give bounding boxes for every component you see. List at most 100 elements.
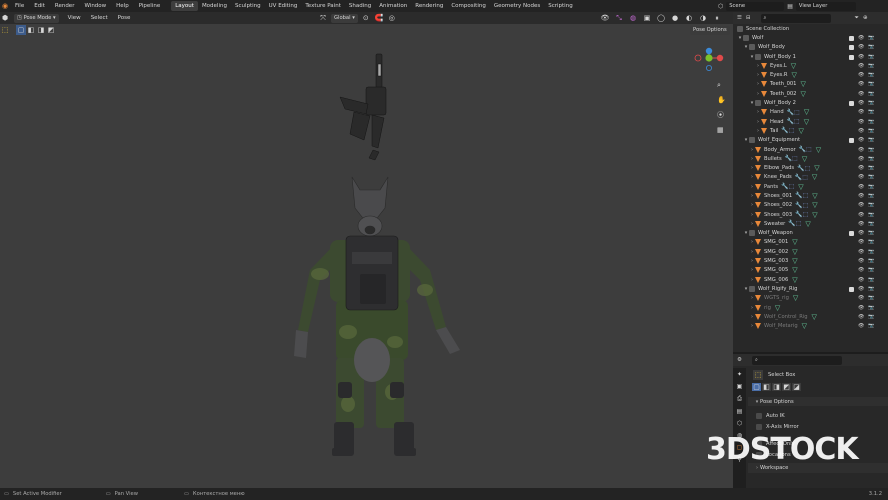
render-camera-icon[interactable]: 📷 xyxy=(868,128,874,134)
outliner-collection-row[interactable]: ▾ Wolf_Equipment 👁 📷 xyxy=(733,136,888,145)
select-mode-subtract-icon[interactable]: ◨ xyxy=(36,25,46,35)
eye-visibility-icon[interactable]: 👁 xyxy=(858,147,864,153)
exclude-checkbox[interactable] xyxy=(849,101,854,107)
eye-visibility-icon[interactable]: 👁 xyxy=(858,156,864,162)
render-camera-icon[interactable]: 📷 xyxy=(868,91,874,97)
render-camera-icon[interactable]: 📷 xyxy=(868,156,874,162)
outliner-editor-icon[interactable]: ☰ xyxy=(737,15,742,21)
eye-visibility-icon[interactable]: 👁 xyxy=(858,249,864,255)
pause-icon[interactable]: ⏸ xyxy=(712,13,722,23)
orientation-selector[interactable]: Global ▾ xyxy=(331,13,358,23)
render-camera-icon[interactable]: 📷 xyxy=(868,54,874,60)
tab-layout[interactable]: Layout xyxy=(171,1,198,11)
tab-rendering[interactable]: Rendering xyxy=(411,1,447,11)
outliner-object-row[interactable]: › SMG_005 ▽ 👁 📷 xyxy=(733,266,888,275)
view-layer-tab-icon[interactable]: ▤ xyxy=(737,408,743,415)
eye-visibility-icon[interactable]: 👁 xyxy=(858,63,864,69)
eye-visibility-icon[interactable]: 👁 xyxy=(858,277,864,283)
render-camera-icon[interactable]: 📷 xyxy=(868,165,874,171)
eye-visibility-icon[interactable]: 👁 xyxy=(858,137,864,143)
render-camera-icon[interactable]: 📷 xyxy=(868,109,874,115)
tab-compositing[interactable]: Compositing xyxy=(447,1,489,11)
exclude-checkbox[interactable] xyxy=(849,45,854,51)
zoom-icon[interactable]: ⌕ xyxy=(717,81,726,90)
mode-subtract-icon[interactable]: ◨ xyxy=(772,383,781,391)
eye-visibility-icon[interactable]: 👁 xyxy=(858,212,864,218)
render-camera-icon[interactable]: 📷 xyxy=(868,295,874,301)
render-camera-icon[interactable]: 📷 xyxy=(868,100,874,106)
render-camera-icon[interactable]: 📷 xyxy=(868,63,874,69)
navigation-gizmo[interactable] xyxy=(689,46,729,86)
eye-visibility-icon[interactable]: 👁 xyxy=(858,72,864,78)
exclude-checkbox[interactable] xyxy=(849,231,854,237)
eye-visibility-icon[interactable]: 👁 xyxy=(858,230,864,236)
xray-icon[interactable]: ▣ xyxy=(642,13,652,23)
eye-visibility-icon[interactable]: 👁 xyxy=(858,91,864,97)
eye-visibility-icon[interactable]: 👁 xyxy=(858,305,864,311)
eye-visibility-icon[interactable]: 👁 xyxy=(858,221,864,227)
render-camera-icon[interactable]: 📷 xyxy=(868,323,874,329)
mode-selector[interactable]: ◳ Pose Mode ▾ xyxy=(14,13,59,23)
camera-view-icon[interactable]: ⦿ xyxy=(717,110,726,120)
outliner-object-row[interactable]: › Shoes_003 🔧⬚ ▽ 👁 📷 xyxy=(733,210,888,219)
tab-uv-editing[interactable]: UV Editing xyxy=(265,1,302,11)
outliner-object-row[interactable]: › WGTS_rig ▽ 👁 📷 xyxy=(733,294,888,303)
view-layer-selector[interactable]: View Layer xyxy=(795,1,856,11)
pivot-icon[interactable]: ⊙ xyxy=(361,13,371,23)
pose-options-section[interactable]: ▾ Pose Options xyxy=(748,397,888,407)
tab-modeling[interactable]: Modeling xyxy=(198,1,231,11)
tab-animation[interactable]: Animation xyxy=(375,1,411,11)
viewport-menu-view[interactable]: View xyxy=(63,15,86,21)
outliner-object-row[interactable]: › Shoes_002 🔧⬚ ▽ 👁 📷 xyxy=(733,201,888,210)
blender-logo-icon[interactable]: ◉ xyxy=(0,1,10,11)
eye-visibility-icon[interactable]: 👁 xyxy=(858,100,864,106)
outliner-object-row[interactable]: › Elbow_Pads 🔧⬚ ▽ 👁 📷 xyxy=(733,163,888,172)
eye-visibility-icon[interactable]: 👁 xyxy=(858,267,864,273)
render-camera-icon[interactable]: 📷 xyxy=(868,277,874,283)
mode-set-icon[interactable]: ▢ xyxy=(752,383,761,391)
outliner-object-row[interactable]: › Eyes.L ▽ 👁 📷 xyxy=(733,61,888,70)
render-camera-icon[interactable]: 📷 xyxy=(868,267,874,273)
mode-intersect-icon[interactable]: ◪ xyxy=(792,383,801,391)
exclude-checkbox[interactable] xyxy=(849,286,854,292)
outliner-collection-row[interactable]: ▾ Wolf_Body 👁 📷 xyxy=(733,43,888,52)
eye-visibility-icon[interactable]: 👁 xyxy=(858,174,864,180)
outliner-object-row[interactable]: › SMG_003 ▽ 👁 📷 xyxy=(733,256,888,265)
render-camera-icon[interactable]: 📷 xyxy=(868,221,874,227)
eye-visibility-icon[interactable]: 👁 xyxy=(858,314,864,320)
render-camera-icon[interactable]: 📷 xyxy=(868,202,874,208)
tab-scripting[interactable]: Scripting xyxy=(544,1,576,11)
viewport-menu-pose[interactable]: Pose xyxy=(113,15,136,21)
outliner-object-row[interactable]: › Knee_Pads 🔧⬚ ▽ 👁 📷 xyxy=(733,173,888,182)
outliner-collection-row[interactable]: ▾ Wolf_Weapon 👁 📷 xyxy=(733,229,888,238)
menu-window[interactable]: Window xyxy=(79,3,111,9)
outliner-object-row[interactable]: › SMG_001 ▽ 👁 📷 xyxy=(733,238,888,247)
proportional-edit-icon[interactable]: ◎ xyxy=(387,13,397,23)
pose-options-dropdown[interactable]: Pose Options xyxy=(690,25,730,35)
outliner-collection-row[interactable]: ▾ Wolf_Body 1 👁 📷 xyxy=(733,52,888,61)
menu-file[interactable]: File xyxy=(10,3,29,9)
outliner-object-row[interactable]: › SMG_006 ▽ 👁 📷 xyxy=(733,275,888,284)
scene-collection-row[interactable]: Scene Collection xyxy=(733,24,888,33)
scene-selector[interactable]: Scene xyxy=(726,1,785,11)
outliner-object-row[interactable]: › SMG_002 ▽ 👁 📷 xyxy=(733,247,888,256)
eye-visibility-icon[interactable]: 👁 xyxy=(858,202,864,208)
eye-visibility-icon[interactable]: 👁 xyxy=(858,109,864,115)
render-camera-icon[interactable]: 📷 xyxy=(868,212,874,218)
eye-visibility-icon[interactable]: 👁 xyxy=(858,128,864,134)
overlay-icon[interactable]: ◍ xyxy=(628,13,638,23)
ortho-grid-icon[interactable]: ▦ xyxy=(717,126,726,134)
menu-edit[interactable]: Edit xyxy=(29,3,50,9)
shading-wireframe-icon[interactable]: ◯ xyxy=(656,13,666,23)
eye-visibility-icon[interactable]: 👁 xyxy=(858,35,864,41)
exclude-checkbox[interactable] xyxy=(849,35,854,41)
filter-display-icon[interactable]: ⊟ xyxy=(746,15,751,21)
menu-pipeline[interactable]: Pipeline xyxy=(134,3,166,9)
eye-visibility-icon[interactable]: 👁 xyxy=(858,295,864,301)
eye-visibility-icon[interactable]: 👁 xyxy=(858,286,864,292)
filter-icon[interactable]: ⏷ xyxy=(855,15,859,22)
select-mode-new-icon[interactable]: ▢ xyxy=(16,25,26,35)
eye-visibility-icon[interactable]: 👁 xyxy=(858,54,864,60)
exclude-checkbox[interactable] xyxy=(849,54,854,60)
eye-visibility-icon[interactable]: 👁 xyxy=(858,258,864,264)
